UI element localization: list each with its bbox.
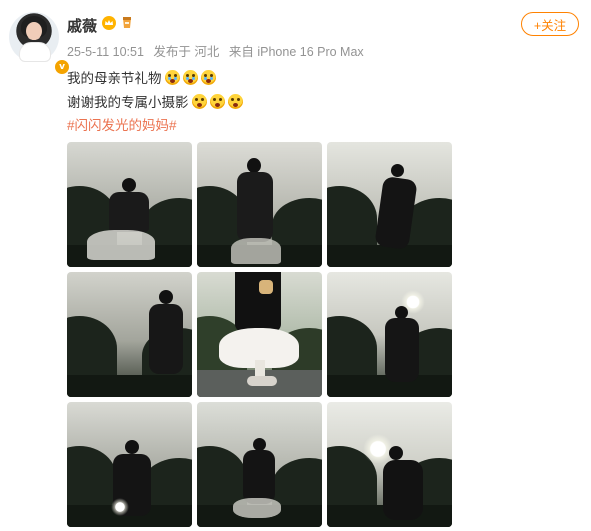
photo-1[interactable]: [67, 142, 192, 267]
crying-emoji-icon: [164, 69, 180, 85]
crying-emoji-icon: [200, 69, 216, 85]
post-meta: 25-5-11 10:51 发布于 河北 来自 iPhone 16 Pro Ma…: [67, 41, 370, 60]
photo-5[interactable]: [197, 272, 322, 397]
surprised-emoji-icon: [227, 93, 243, 109]
photo-4[interactable]: [67, 272, 192, 397]
photo-8[interactable]: [197, 402, 322, 527]
avatar-face: [26, 22, 42, 40]
crown-badge-icon[interactable]: [102, 16, 116, 30]
photo-6[interactable]: [327, 272, 452, 397]
post-source: 来自 iPhone 16 Pro Max: [228, 45, 364, 59]
avatar[interactable]: v: [9, 12, 71, 76]
photo-9[interactable]: [327, 402, 452, 527]
surprised-emoji-icon: [191, 93, 207, 109]
photo-grid: [67, 142, 453, 528]
photo-2[interactable]: [197, 142, 322, 267]
photo-7[interactable]: [67, 402, 192, 527]
username[interactable]: 戚薇: [67, 15, 97, 36]
cup-badge-icon[interactable]: [121, 16, 133, 30]
post-text-line1-label: 我的母亲节礼物: [67, 71, 162, 86]
post-text-line2-label: 谢谢我的专属小摄影: [67, 95, 189, 110]
avatar-body: [19, 42, 51, 62]
crying-emoji-icon: [182, 69, 198, 85]
surprised-emoji-icon: [209, 93, 225, 109]
follow-button[interactable]: +关注: [521, 12, 579, 36]
post-text-line2: 谢谢我的专属小摄影: [67, 91, 243, 111]
photo-3[interactable]: [327, 142, 452, 267]
hashtag-link[interactable]: #闪闪发光的妈妈#: [67, 114, 177, 134]
post-text-line1: 我的母亲节礼物: [67, 67, 216, 87]
post-location: 发布于 河北: [153, 45, 220, 59]
post-date[interactable]: 25-5-11 10:51: [67, 45, 144, 59]
